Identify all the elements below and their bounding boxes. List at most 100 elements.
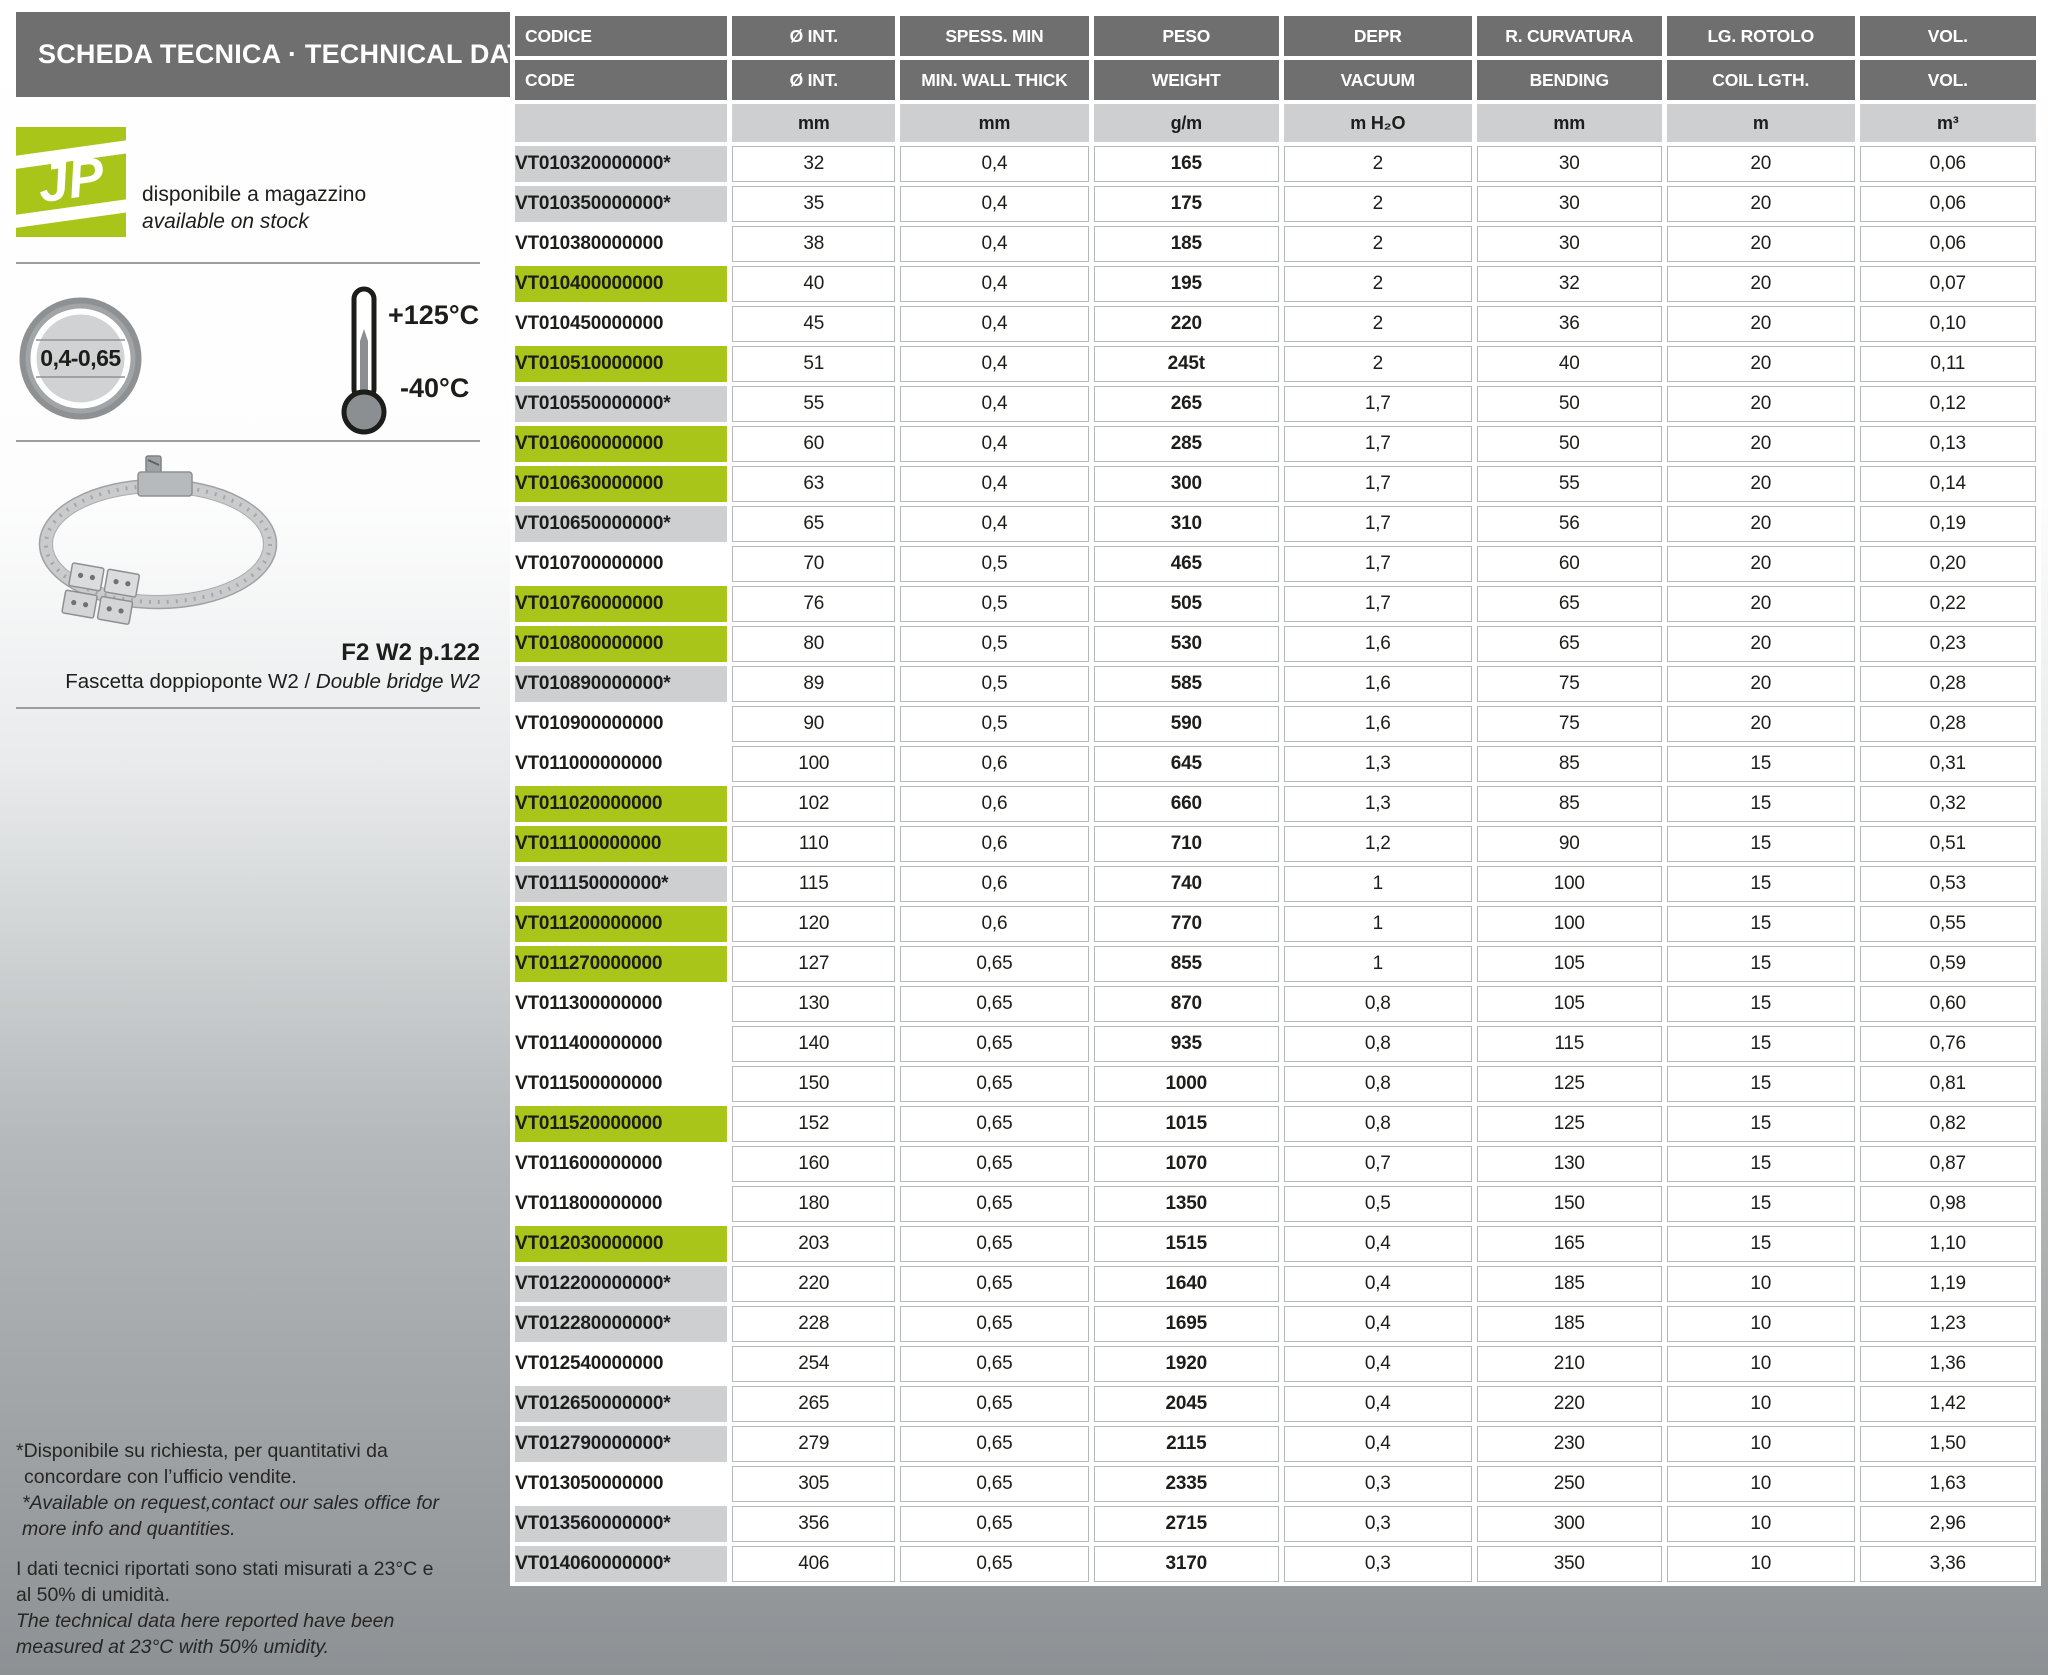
value-cell: 15 (1667, 906, 1855, 942)
table-row: VT0114000000001400,659350,8115150,76 (515, 1026, 2036, 1062)
value-cell: 0,53 (1860, 866, 2036, 902)
value-cell: 110 (732, 826, 895, 862)
table-row: VT0116000000001600,6510700,7130150,87 (515, 1146, 2036, 1182)
value-cell: 20 (1667, 546, 1855, 582)
value-cell: 2045 (1094, 1386, 1279, 1422)
table-row: VT012200000000*2200,6516400,4185101,19 (515, 1266, 2036, 1302)
value-cell: 0,28 (1860, 706, 2036, 742)
value-cell: 0,65 (900, 1386, 1088, 1422)
value-cell: 0,65 (900, 1026, 1088, 1062)
value-cell: 115 (732, 866, 895, 902)
value-cell: 1,23 (1860, 1306, 2036, 1342)
value-cell: 89 (732, 666, 895, 702)
value-cell: 530 (1094, 626, 1279, 662)
product-code-cell: VT012650000000* (515, 1386, 727, 1422)
table-row: VT0113000000001300,658700,8105150,60 (515, 986, 2036, 1022)
value-cell: 310 (1094, 506, 1279, 542)
value-cell: 0,3 (1284, 1466, 1472, 1502)
value-cell: 20 (1667, 586, 1855, 622)
table-row: VT0118000000001800,6513500,5150150,98 (515, 1186, 2036, 1222)
col-header-vol: VOL. (1860, 60, 2036, 100)
product-code-cell: VT010700000000 (515, 546, 727, 582)
value-cell: 105 (1477, 986, 1662, 1022)
value-cell: 855 (1094, 946, 1279, 982)
value-cell: 0,06 (1860, 146, 2036, 182)
header-row-italian: CODICE Ø INT. SPESS. MIN PESO DEPR R. CU… (515, 16, 2036, 56)
col-header-curvatura: R. CURVATURA (1477, 16, 1662, 56)
value-cell: 1695 (1094, 1306, 1279, 1342)
value-cell: 50 (1477, 426, 1662, 462)
table-row: VT010700000000700,54651,760200,20 (515, 546, 2036, 582)
value-cell: 0,82 (1860, 1106, 2036, 1142)
table-row: VT010320000000*320,4165230200,06 (515, 146, 2036, 182)
value-cell: 2,96 (1860, 1506, 2036, 1542)
product-code-cell: VT010350000000* (515, 186, 727, 222)
col-header-coil-length: COIL LGTH. (1667, 60, 1855, 100)
footnote-availability-it: *Disponibile su richiesta, per quantitat… (16, 1438, 448, 1490)
value-cell: 70 (732, 546, 895, 582)
divider (16, 707, 480, 709)
value-cell: 0,65 (900, 1426, 1088, 1462)
thermometer-icon (336, 286, 392, 436)
datasheet-page: SCHEDA TECNICA · TECHNICAL DATA JP dispo… (0, 0, 2048, 1675)
product-code-cell: VT010380000000 (515, 226, 727, 262)
value-cell: 0,4 (900, 266, 1088, 302)
value-cell: 0,4 (1284, 1386, 1472, 1422)
value-cell: 0,87 (1860, 1146, 2036, 1182)
product-code-cell: VT011400000000 (515, 1026, 727, 1062)
value-cell: 20 (1667, 386, 1855, 422)
value-cell: 0,8 (1284, 1106, 1472, 1142)
value-cell: 140 (732, 1026, 895, 1062)
value-cell: 0,5 (900, 546, 1088, 582)
value-cell: 15 (1667, 1026, 1855, 1062)
value-cell: 0,65 (900, 1346, 1088, 1382)
product-code-cell: VT013560000000* (515, 1506, 727, 1542)
value-cell: 20 (1667, 706, 1855, 742)
product-code-cell: VT011020000000 (515, 786, 727, 822)
value-cell: 0,4 (900, 346, 1088, 382)
value-cell: 0,31 (1860, 746, 2036, 782)
product-code-cell: VT012030000000 (515, 1226, 727, 1262)
table-row: VT0115200000001520,6510150,8125150,82 (515, 1106, 2036, 1142)
table-row: VT010380000000380,4185230200,06 (515, 226, 2036, 262)
value-cell: 56 (1477, 506, 1662, 542)
value-cell: 2 (1284, 226, 1472, 262)
value-cell: 160 (732, 1146, 895, 1182)
value-cell: 150 (1477, 1186, 1662, 1222)
product-code-cell: VT011500000000 (515, 1066, 727, 1102)
value-cell: 76 (732, 586, 895, 622)
value-cell: 740 (1094, 866, 1279, 902)
col-header-spessore: SPESS. MIN (900, 16, 1088, 56)
value-cell: 20 (1667, 266, 1855, 302)
value-cell: 2 (1284, 346, 1472, 382)
value-cell: 15 (1667, 1146, 1855, 1182)
product-code-cell: VT012540000000 (515, 1346, 727, 1382)
value-cell: 1,7 (1284, 506, 1472, 542)
footnote-measurement: I dati tecnici riportati sono stati misu… (16, 1556, 448, 1660)
table-row: VT010510000000510,4245t240200,11 (515, 346, 2036, 382)
value-cell: 1,63 (1860, 1466, 2036, 1502)
value-cell: 0,4 (900, 226, 1088, 262)
value-cell: 0,98 (1860, 1186, 2036, 1222)
value-cell: 180 (732, 1186, 895, 1222)
table-row: VT010400000000400,4195232200,07 (515, 266, 2036, 302)
product-code-cell: VT010650000000* (515, 506, 727, 542)
value-cell: 0,12 (1860, 386, 2036, 422)
value-cell: 0,5 (900, 706, 1088, 742)
jp-stock-logo-icon: JP (16, 127, 126, 237)
table-row: VT0111000000001100,67101,290150,51 (515, 826, 2036, 862)
product-code-cell: VT011000000000 (515, 746, 727, 782)
footnotes: *Disponibile su richiesta, per quantitat… (16, 1438, 448, 1674)
value-cell: 1640 (1094, 1266, 1279, 1302)
product-code-cell: VT013050000000 (515, 1466, 727, 1502)
value-cell: 0,59 (1860, 946, 2036, 982)
value-cell: 230 (1477, 1426, 1662, 1462)
table-row: VT010800000000800,55301,665200,23 (515, 626, 2036, 662)
value-cell: 0,6 (900, 866, 1088, 902)
value-cell: 20 (1667, 426, 1855, 462)
value-cell: 220 (732, 1266, 895, 1302)
value-cell: 406 (732, 1546, 895, 1582)
temperature-max: +125°C (388, 300, 479, 331)
product-code-cell: VT011300000000 (515, 986, 727, 1022)
value-cell: 0,65 (900, 1226, 1088, 1262)
